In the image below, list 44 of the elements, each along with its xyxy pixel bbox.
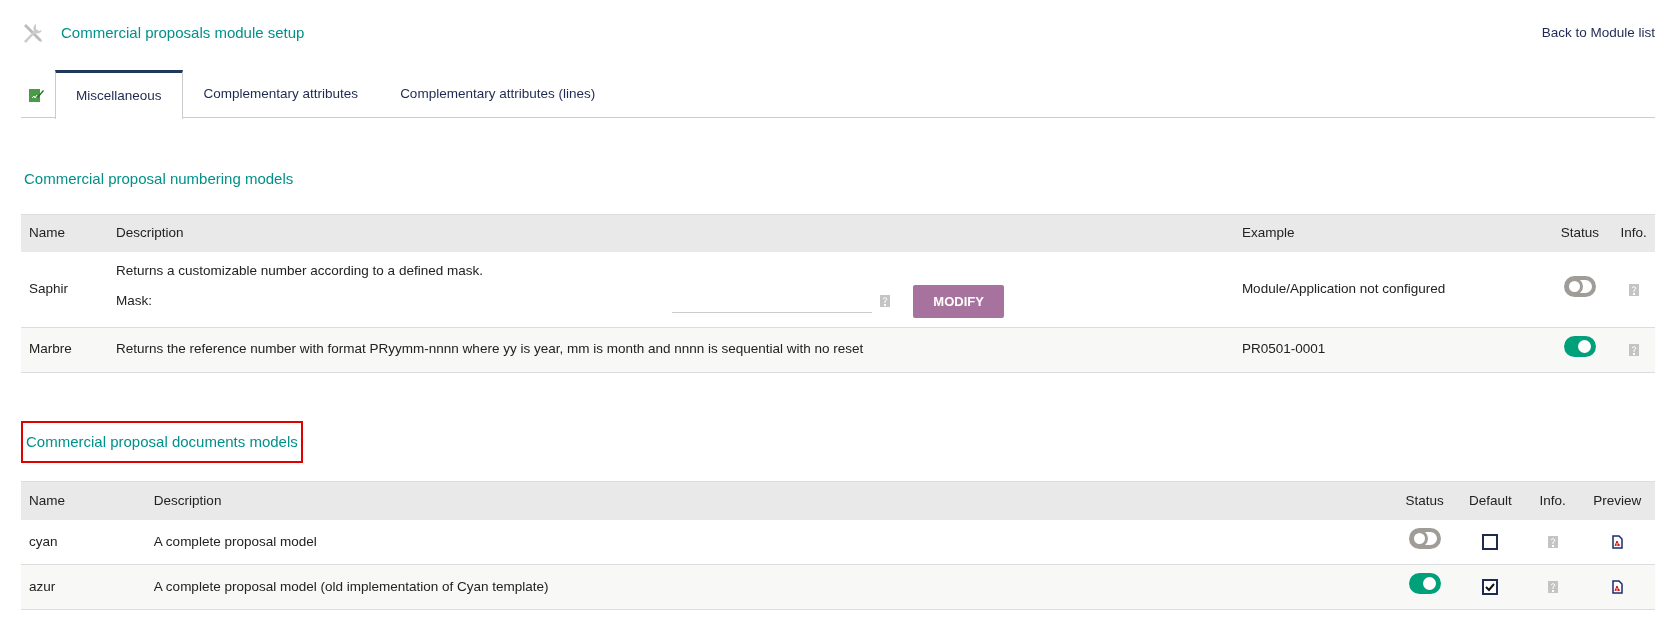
pdf-file-icon[interactable] (1611, 535, 1623, 550)
tab[interactable]: Complementary attributes (lines) (379, 70, 617, 118)
table-cell: A complete proposal model (145, 519, 1395, 565)
tab[interactable]: Miscellaneous (55, 70, 183, 119)
table-cell: A complete proposal model (old implementation of Cyan template) (145, 564, 1395, 610)
table-cell: cyan (21, 519, 146, 565)
column-header: Name (21, 214, 108, 252)
section-title: Commercial proposal numbering models (23, 169, 295, 189)
column-header: Description (108, 214, 1234, 252)
page-title: Commercial proposals module setup (61, 22, 305, 43)
column-header: Name (21, 481, 146, 520)
table-cell: PR0501-0001 (1233, 327, 1548, 372)
toggle-switch[interactable] (1563, 335, 1596, 357)
help-icon (1547, 581, 1558, 594)
toggle-switch[interactable] (1408, 573, 1441, 595)
checkbox[interactable] (1482, 579, 1499, 596)
table-cell-text: Returns a customizable number according to a defined mask. (116, 261, 484, 280)
column-header: Status (1547, 214, 1613, 252)
column-header: Description (145, 481, 1395, 520)
table-cell: Returns the reference number with format PRyymm-nnnn where yy is year, mm is month and nnnn is sequential with no reset (108, 327, 1234, 372)
column-header: Info. (1525, 481, 1580, 520)
help-icon (1547, 536, 1558, 549)
column-header: Info. (1612, 214, 1655, 252)
column-header: Status (1394, 481, 1455, 520)
pdf-file-icon[interactable] (1611, 580, 1623, 595)
column-header: Default (1454, 481, 1526, 520)
back-link[interactable]: Back to Module list (1541, 22, 1655, 44)
checkbox[interactable] (1482, 534, 1499, 551)
table-cell: azur (21, 564, 146, 610)
help-icon (1628, 283, 1639, 296)
section-title: Commercial proposal documents models (21, 420, 303, 463)
toggle-switch[interactable] (1563, 275, 1596, 297)
help-icon (1628, 343, 1639, 356)
toggle-switch[interactable] (1408, 528, 1441, 550)
field-label: Mask: (116, 292, 152, 311)
edit-note-icon (28, 86, 44, 103)
tab[interactable]: Complementary attributes (182, 70, 380, 118)
table-cell: Marbre (21, 327, 108, 372)
column-header: Example (1233, 214, 1548, 252)
column-header: Preview (1579, 481, 1655, 520)
table-cell: Saphir (21, 252, 108, 327)
help-icon (880, 295, 891, 308)
modify-button[interactable]: MODIFY (913, 284, 1004, 318)
table-cell: Module/Application not configured (1233, 252, 1548, 327)
